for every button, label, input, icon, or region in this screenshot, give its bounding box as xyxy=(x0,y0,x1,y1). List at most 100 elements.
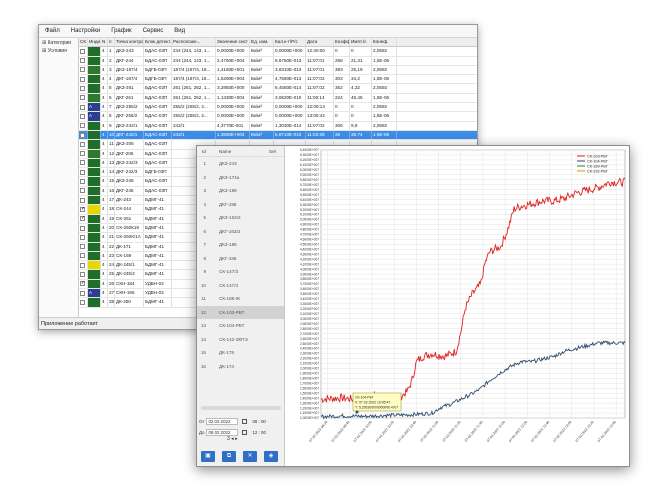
row-checkbox[interactable] xyxy=(80,179,85,185)
column-header[interactable]: Ед. изм. xyxy=(250,38,274,47)
row-checkbox[interactable] xyxy=(80,132,85,138)
table-row[interactable]: 4 3 ДКЗ-187/4 БДГБ-03П 187/4 (187/4, 18... 1,… xyxy=(79,65,477,76)
tree-item-categories[interactable]: ⊞ Категории xyxy=(39,38,78,46)
calendar-icon[interactable] xyxy=(242,430,248,435)
series-list-item[interactable]: 10 СК-147/4 xyxy=(197,279,284,293)
row-checkbox[interactable] xyxy=(80,67,85,73)
series-list-item[interactable]: 6 ДКГ-163/2 xyxy=(197,225,284,239)
column-header[interactable]: Конеф. xyxy=(372,38,397,47)
row-checkbox[interactable] xyxy=(80,299,85,305)
row-checkbox[interactable] xyxy=(80,197,85,203)
row-checkbox[interactable] xyxy=(80,234,85,240)
table-row[interactable]: 4 1 ДКЗ-243 БДАС-03П 244 (244, 143, 1... 0,00… xyxy=(79,47,477,57)
series-list-item[interactable]: 3 ДКЗ-198 xyxy=(197,184,284,198)
col-name[interactable]: Name xyxy=(209,146,269,156)
table-row[interactable]: 4 5 ДКЗ-261 БДАС-03П 261 (261, 252, 1... 3,28… xyxy=(79,84,477,94)
row-checkbox[interactable] xyxy=(80,48,85,54)
y-tick-label: 1,8000E+007 xyxy=(300,376,319,380)
column-header[interactable]: Коэфф. xyxy=(334,38,350,47)
table-row[interactable]: 4 2 ДКГ-244 БДАС-03П 244 (244, 143, 1... 2,47… xyxy=(79,56,477,66)
row-checkbox[interactable] xyxy=(80,123,85,129)
series-list: 1 ДКЗ-243 2 ДКЗ-174а 3 ДКЗ-198 4 ДКГ-198 5 ДКЗ-16… xyxy=(197,157,284,373)
series-list-item[interactable]: 9 СК-147/3 xyxy=(197,265,284,279)
line-chart[interactable]: 1,0000E+0071,1000E+0071,2000E+0071,3000E… xyxy=(285,146,630,467)
column-header[interactable]: Блок детект. xyxy=(144,38,172,47)
column-header[interactable]: Значение сист xyxy=(216,38,250,47)
column-header[interactable]: Расположе... xyxy=(172,38,216,47)
series-list-item[interactable]: 16 ДК-174 xyxy=(197,360,284,374)
series-list-item[interactable]: 4 ДКГ-198 xyxy=(197,198,284,212)
row-checkbox[interactable] xyxy=(80,104,85,110)
row-checkbox[interactable]: ✓ xyxy=(80,206,85,212)
table-cell: 4 xyxy=(101,298,108,307)
series-list-item[interactable]: 5 ДКЗ-163/2 xyxy=(197,211,284,225)
column-header[interactable]: N п xyxy=(101,38,108,47)
column-header[interactable]: п xyxy=(108,38,115,47)
col-sel[interactable]: Sel xyxy=(269,146,283,156)
row-checkbox[interactable] xyxy=(80,141,85,147)
column-header[interactable]: СК xyxy=(79,38,88,47)
series-list-item[interactable]: 14 СК-142-ЗКПЭ xyxy=(197,333,284,347)
series-list-item[interactable]: 12 СК-103-РБТ xyxy=(197,305,284,319)
table-row[interactable]: 4 4 ДКГ-187/4 БДГБ-03П 187/4 (187/4, 18... 1,… xyxy=(79,75,477,85)
row-checkbox[interactable] xyxy=(80,76,85,82)
table-row[interactable]: A 4 8 ДКГ-255/2 БДАС-03П 255/2 (255/2, 2... 0,… xyxy=(79,112,477,122)
row-checkbox[interactable] xyxy=(80,244,85,250)
save-button[interactable]: ▣ xyxy=(201,451,215,462)
row-checkbox[interactable]: ✓ xyxy=(80,281,85,287)
row-checkbox[interactable] xyxy=(80,262,85,268)
col-id[interactable]: Id xyxy=(197,146,209,156)
menu-settings[interactable]: Настройки xyxy=(71,28,100,34)
to-time-field[interactable]: 12 : 00 xyxy=(252,430,265,435)
interval-stepper[interactable]: 3 ◂ ▸ xyxy=(227,436,238,442)
table-cell: 23 xyxy=(108,251,115,261)
row-checkbox[interactable] xyxy=(80,113,85,119)
calendar-icon[interactable] xyxy=(242,419,248,424)
from-date-field[interactable]: 02.02.2022 xyxy=(206,418,239,425)
menu-file[interactable]: Файл xyxy=(45,28,60,34)
table-cell: БДМГ-41 xyxy=(144,298,172,307)
series-list-item[interactable]: 8 ДКГ-186 xyxy=(197,252,284,266)
row-checkbox[interactable] xyxy=(80,151,85,157)
row-checkbox[interactable] xyxy=(80,225,85,231)
column-header[interactable]: Импт./с xyxy=(350,38,372,47)
from-time-field[interactable]: 08 : 00 xyxy=(252,419,265,424)
series-list-item[interactable]: 11 СК-189-Ж xyxy=(197,292,284,306)
row-checkbox[interactable] xyxy=(80,95,85,101)
table-cell: 15 xyxy=(108,177,115,186)
series-list-item[interactable]: 15 ДК-179 xyxy=(197,346,284,360)
series-list-item[interactable]: 1 ДКЗ-243 xyxy=(197,157,284,171)
table-row[interactable]: A 4 7 ДКЗ-255/2 БДАС-03П 255/2 (255/2, 2... 0,… xyxy=(79,103,477,113)
menu-service[interactable]: Сервис xyxy=(143,28,164,34)
column-header[interactable]: Кал.к-т/Р/с xyxy=(274,38,306,47)
column-header[interactable]: Индик xyxy=(88,38,101,47)
layers-button[interactable]: ◈ xyxy=(264,451,278,462)
table-cell: 255/2 (255/2, 2... xyxy=(172,112,216,121)
table-row[interactable]: 4 6 ДКГ-261 БДАС-03П 261 (261, 252, 1... 1,13… xyxy=(79,93,477,104)
table-cell: 8 xyxy=(108,112,115,121)
row-checkbox[interactable] xyxy=(80,169,85,175)
menu-view[interactable]: Вид xyxy=(174,28,185,34)
row-checkbox[interactable] xyxy=(80,188,85,194)
to-date-field[interactable]: 08.02.2022 xyxy=(206,429,239,436)
series-list-item[interactable]: 13 СК-104-РБТ xyxy=(197,319,284,333)
row-checkbox[interactable] xyxy=(80,86,85,92)
row-checkbox[interactable] xyxy=(80,160,85,166)
row-checkbox[interactable] xyxy=(80,253,85,259)
indicator-cell xyxy=(88,261,101,270)
series-list-item[interactable]: 2 ДКЗ-174а xyxy=(197,171,284,185)
copy-button[interactable]: ⧉ xyxy=(222,451,236,462)
column-header[interactable]: Дата xyxy=(306,38,334,47)
row-checkbox[interactable] xyxy=(80,272,85,278)
export-button[interactable]: ✕ xyxy=(243,451,257,462)
tree-item-conditions[interactable]: ⊞ Условия xyxy=(39,46,78,54)
series-list-item[interactable]: 7 ДКЗ-186 xyxy=(197,238,284,252)
row-checkbox[interactable]: ✓ xyxy=(80,216,85,222)
table-row[interactable]: 4 10 ДКГ-242/1 БДАС-03П 242/1 1,3590Е+004 Бк/м… xyxy=(79,130,477,141)
horizontal-scrollbar[interactable] xyxy=(201,406,281,410)
row-checkbox[interactable] xyxy=(80,290,85,296)
table-row[interactable]: 4 9 ДКЗ-242/1 БДАС-03П 242/1 4,3770Е-001 Бк/м³… xyxy=(79,121,477,131)
menu-chart[interactable]: График xyxy=(111,28,132,34)
row-checkbox[interactable] xyxy=(80,58,85,64)
column-header[interactable]: Точка контроля xyxy=(115,38,144,47)
